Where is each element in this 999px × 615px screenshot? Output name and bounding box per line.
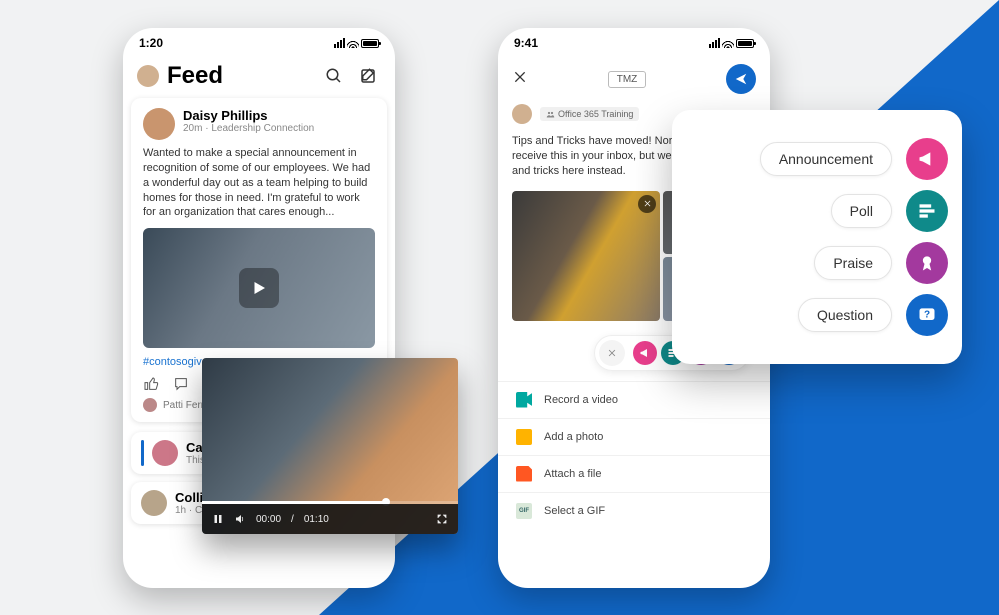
group-chip[interactable]: Office 365 Training	[540, 107, 639, 121]
like-icon[interactable]	[143, 376, 159, 392]
select-gif-option[interactable]: GIF Select a GIF	[498, 492, 770, 529]
record-video-option[interactable]: Record a video	[498, 381, 770, 418]
thread-indicator	[141, 440, 144, 466]
wifi-icon	[722, 39, 734, 48]
send-button[interactable]	[726, 64, 756, 94]
question-icon: ?	[917, 305, 937, 325]
page-title: Feed	[167, 62, 313, 90]
add-photo-label: Add a photo	[544, 431, 603, 443]
compose-header: TMZ	[498, 58, 770, 100]
remove-image-button[interactable]	[638, 195, 656, 213]
photo-icon	[516, 429, 532, 445]
status-bar: 1:20	[123, 28, 395, 58]
announcement-pill[interactable]	[633, 341, 657, 365]
close-button[interactable]	[512, 69, 528, 90]
liker-avatar	[143, 398, 157, 412]
close-icon	[512, 69, 528, 85]
post-author-avatar[interactable]	[143, 108, 175, 140]
play-icon	[250, 279, 268, 297]
announcement-option[interactable]: Announcement	[686, 138, 948, 180]
poll-icon-circle	[906, 190, 948, 232]
signal-icon	[334, 38, 345, 48]
gif-icon: GIF	[516, 503, 532, 519]
add-photo-option[interactable]: Add a photo	[498, 418, 770, 455]
dismiss-pills-button[interactable]	[599, 340, 625, 366]
file-icon	[516, 466, 532, 482]
praise-icon-circle	[906, 242, 948, 284]
announcement-icon-circle	[906, 138, 948, 180]
post-author-name[interactable]: Daisy Phillips	[183, 108, 314, 123]
status-time: 1:20	[139, 36, 163, 50]
post-body-text: Wanted to make a special announcement in…	[143, 146, 375, 220]
megaphone-icon	[917, 149, 937, 169]
megaphone-icon	[639, 347, 651, 359]
send-icon	[734, 72, 748, 86]
select-gif-label: Select a GIF	[544, 505, 605, 517]
post-type-menu: Announcement Poll Praise Question ?	[672, 110, 962, 364]
attachment-options: Record a video Add a photo Attach a file…	[498, 381, 770, 529]
badge-icon	[917, 253, 937, 273]
battery-icon	[361, 39, 379, 48]
attached-image-1[interactable]	[512, 191, 660, 321]
pause-icon[interactable]	[212, 513, 224, 525]
compose-icon	[359, 67, 377, 85]
post-meta: 20m · Leadership Connection	[183, 123, 314, 134]
fullscreen-icon[interactable]	[436, 513, 448, 525]
question-label: Question	[798, 298, 892, 332]
video-time-current: 00:00	[256, 514, 281, 525]
attach-file-label: Attach a file	[544, 468, 601, 480]
group-icon	[546, 110, 555, 119]
profile-avatar[interactable]	[137, 65, 159, 87]
search-button[interactable]	[321, 63, 347, 89]
praise-option[interactable]: Praise	[686, 242, 948, 284]
svg-text:?: ?	[924, 310, 930, 321]
question-icon-circle: ?	[906, 294, 948, 336]
video-icon	[516, 392, 532, 408]
status-time: 9:41	[514, 36, 538, 50]
question-option[interactable]: Question ?	[686, 294, 948, 336]
search-icon	[325, 67, 343, 85]
video-player-overlay[interactable]: 00:00 / 01:10	[202, 358, 458, 534]
volume-icon[interactable]	[234, 513, 246, 525]
bars-icon	[917, 201, 937, 221]
wifi-icon	[347, 39, 359, 48]
record-video-label: Record a video	[544, 394, 618, 406]
comment-icon[interactable]	[173, 376, 189, 392]
announcement-label: Announcement	[760, 142, 892, 176]
signal-icon	[709, 38, 720, 48]
video-controls: 00:00 / 01:10	[202, 504, 458, 534]
status-bar: 9:41	[498, 28, 770, 58]
play-button[interactable]	[239, 268, 279, 308]
compose-button[interactable]	[355, 63, 381, 89]
group-chip-label: Office 365 Training	[558, 109, 633, 119]
thread-avatar	[152, 440, 178, 466]
post-video-thumbnail[interactable]	[143, 228, 375, 348]
next-post-avatar	[141, 490, 167, 516]
poll-option[interactable]: Poll	[686, 190, 948, 232]
video-time-total: 01:10	[304, 514, 329, 525]
poll-label: Poll	[831, 194, 892, 228]
battery-icon	[736, 39, 754, 48]
topic-tag[interactable]: TMZ	[608, 71, 647, 88]
attach-file-option[interactable]: Attach a file	[498, 455, 770, 492]
feed-header: Feed	[123, 58, 395, 98]
compose-avatar[interactable]	[512, 104, 532, 124]
praise-label: Praise	[814, 246, 892, 280]
